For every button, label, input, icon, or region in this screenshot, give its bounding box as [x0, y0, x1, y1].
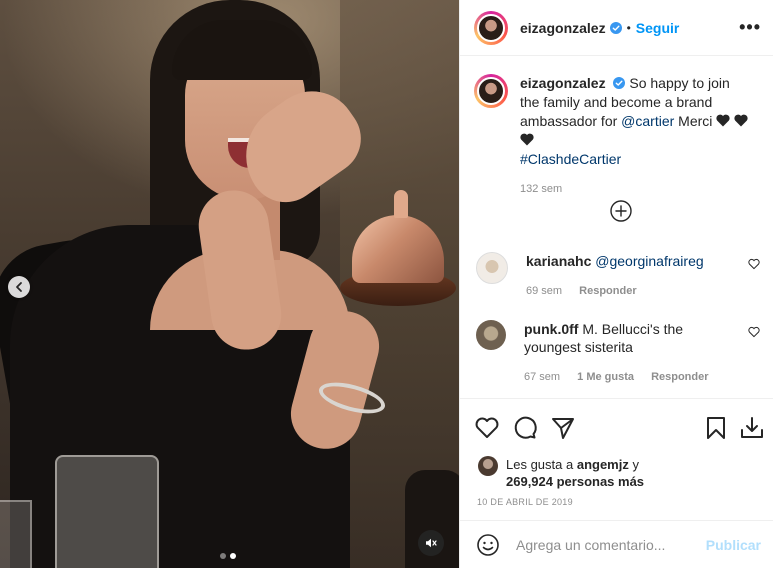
chevron-left-icon [16, 282, 22, 292]
emoji-icon[interactable] [476, 533, 500, 557]
photo-glass [55, 455, 159, 568]
caption-username[interactable]: eizagonzalez [520, 75, 606, 91]
caption-body: eizagonzalez So happy to join the family… [520, 74, 750, 199]
likes-connector: y [632, 457, 639, 472]
caption-hashtag[interactable]: #ClashdeCartier [520, 151, 621, 167]
speaker-muted-icon [426, 538, 437, 548]
comment-reply-button[interactable]: Responder [651, 371, 708, 383]
post-actions [460, 398, 773, 456]
comment-avatar[interactable] [476, 252, 508, 284]
actions-right [693, 415, 765, 441]
black-heart-icon [716, 114, 730, 127]
photo-glass-left [0, 500, 32, 568]
comment-input[interactable] [514, 535, 706, 554]
comment-likes-count[interactable]: 1 Me gusta [577, 371, 634, 383]
share-icon[interactable] [550, 415, 576, 441]
comment-username[interactable]: punk.0ff [524, 321, 578, 337]
mute-button[interactable] [418, 530, 444, 556]
verified-badge-icon [613, 77, 626, 89]
post-sidebar: eizagonzalez • Seguir ••• eizagonzalez S… [459, 0, 773, 568]
bookmark-icon[interactable] [703, 415, 729, 441]
publish-button[interactable]: Publicar [706, 537, 761, 553]
comment-age: 69 sem [526, 285, 563, 297]
comment-item: punk.0ff M. Bellucci's the youngest sist… [476, 320, 766, 386]
likes-prefix: Les gusta a [506, 457, 574, 472]
caption-text-after: Merci [678, 113, 713, 129]
comment-reply-button[interactable]: Responder [579, 285, 636, 297]
caption: eizagonzalez So happy to join the family… [460, 56, 773, 199]
carousel-dot-2 [230, 553, 236, 559]
likes-summary: Les gusta a angemjz y 269,924 personas m… [478, 456, 768, 490]
liker-username[interactable]: angemjz [577, 457, 629, 472]
heart-outline-icon[interactable] [748, 326, 760, 338]
comment-item: karianahc @georginafraireg 69 sem Respon… [476, 252, 766, 300]
post-media[interactable] [0, 0, 459, 568]
comment-meta: 69 sem Responder [526, 282, 736, 300]
author-avatar-ring[interactable] [474, 10, 508, 45]
comment-avatar[interactable] [476, 320, 506, 350]
comment-mention[interactable]: @georginafraireg [595, 253, 703, 269]
download-icon[interactable] [739, 415, 765, 441]
caption-mention[interactable]: @cartier [621, 113, 674, 129]
comment-body: punk.0ff M. Bellucci's the youngest sist… [524, 320, 734, 386]
black-heart-icon [734, 114, 748, 127]
photo-bell-knob [394, 190, 408, 218]
photo-bangs [172, 20, 312, 80]
carousel-prev-button[interactable] [8, 276, 30, 298]
black-heart-icon [520, 133, 534, 146]
comment-icon[interactable] [512, 415, 538, 441]
heart-icon[interactable] [474, 415, 500, 441]
author-avatar [477, 13, 505, 42]
author-username[interactable]: eizagonzalez [520, 20, 606, 36]
comment-age: 67 sem [524, 371, 561, 383]
likes-count[interactable]: 269,924 personas más [506, 474, 644, 489]
carousel-dot-1 [220, 553, 226, 559]
heart-outline-icon[interactable] [748, 258, 760, 270]
post-date[interactable]: 10 DE ABRIL DE 2019 [477, 497, 573, 507]
caption-meta: 132 sem [520, 180, 750, 199]
more-options-button[interactable]: ••• [739, 17, 761, 38]
post-header: eizagonzalez • Seguir ••• [460, 0, 773, 56]
caption-age: 132 sem [520, 183, 563, 195]
load-more-comments-icon[interactable] [610, 200, 632, 222]
add-comment-bar: Publicar [460, 520, 773, 568]
follow-button[interactable]: Seguir [636, 20, 680, 36]
comments-section[interactable]: eizagonzalez So happy to join the family… [460, 56, 773, 398]
caption-avatar [477, 77, 505, 105]
caption-avatar-ring[interactable] [474, 74, 508, 108]
comment-body: karianahc @georginafraireg 69 sem Respon… [526, 252, 736, 300]
comment-username[interactable]: karianahc [526, 253, 591, 269]
header-separator: • [626, 20, 631, 35]
likes-text: Les gusta a angemjz y 269,924 personas m… [506, 456, 644, 490]
carousel-indicator [220, 553, 236, 559]
verified-badge-icon [609, 21, 622, 34]
liker-avatar[interactable] [478, 456, 498, 476]
comment-meta: 67 sem 1 Me gusta Responder [524, 368, 734, 386]
